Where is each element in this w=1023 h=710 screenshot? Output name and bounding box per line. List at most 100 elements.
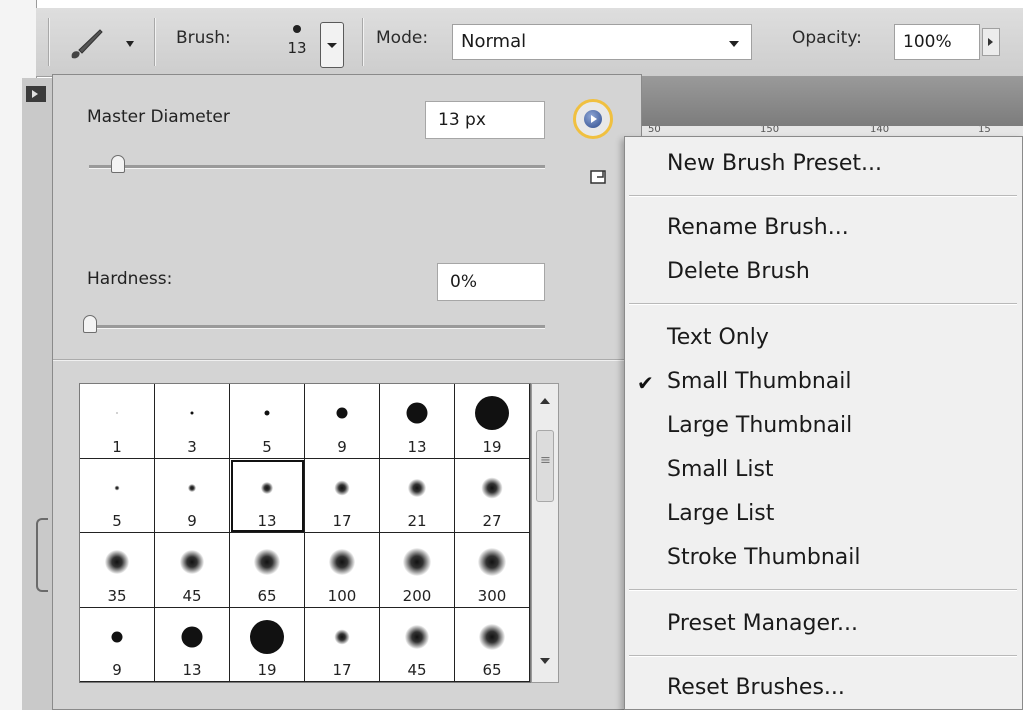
brush-tip-icon	[180, 550, 204, 575]
brush-size-label: 9	[337, 437, 347, 456]
brush-picker-button[interactable]	[320, 22, 344, 68]
brush-preset-cell[interactable]: 19	[230, 607, 305, 682]
brush-tip-icon	[261, 481, 273, 494]
dock-bracket	[36, 518, 48, 592]
menu-item-small-list[interactable]: Small List	[667, 457, 774, 482]
brush-preset-cell[interactable]: 35	[80, 533, 155, 608]
new-preset-icon[interactable]	[589, 167, 609, 185]
brush-preset-cell[interactable]: 200	[380, 533, 455, 608]
brush-preset-cell[interactable]: 9	[305, 384, 380, 459]
brush-tip-icon	[479, 623, 505, 650]
scroll-up-icon[interactable]	[540, 398, 550, 404]
brush-size-label: 45	[182, 586, 202, 605]
hardness-slider[interactable]	[87, 325, 545, 329]
master-diameter-slider[interactable]	[89, 165, 545, 169]
brush-preset-cell[interactable]: 3	[155, 384, 230, 459]
brush-size-label: 9	[187, 512, 197, 530]
menu-item-stroke-thumbnail[interactable]: Stroke Thumbnail	[667, 545, 860, 570]
brush-preview[interactable]: 13	[282, 22, 312, 68]
brush-tool-icon[interactable]	[66, 26, 106, 62]
brush-tip-icon	[114, 485, 120, 491]
ruler-tick: 15	[978, 126, 991, 135]
brush-size-label: 65	[482, 661, 502, 679]
brush-tip-icon	[264, 410, 270, 416]
brush-label: Brush:	[176, 28, 231, 48]
menu-separator	[629, 589, 1017, 590]
brush-size-label: 100	[327, 586, 357, 605]
brush-size-label: 65	[257, 586, 277, 605]
brush-preset-cell[interactable]: 45	[155, 533, 230, 608]
brush-size-label: 3	[187, 437, 197, 456]
brush-preset-cell[interactable]: 1	[80, 384, 155, 459]
menu-item-large-thumbnail[interactable]: Large Thumbnail	[667, 413, 852, 438]
brush-preset-cell[interactable]: 9	[80, 607, 155, 682]
brush-preset-cell[interactable]: 45	[380, 607, 455, 682]
menu-item-new-brush-preset[interactable]: New Brush Preset...	[667, 151, 882, 176]
brush-size-label: 5	[262, 437, 272, 456]
tool-options-bar: Brush: 13 Mode: Normal Opacity: 100%	[36, 8, 1023, 77]
scrollbar-thumb[interactable]	[536, 430, 554, 502]
brush-tip-icon	[334, 480, 350, 496]
brush-preset-cell[interactable]: 19	[455, 384, 530, 459]
brush-size-label: 13	[257, 512, 277, 530]
brush-size-label: 27	[482, 512, 502, 530]
brush-preset-cell[interactable]: 100	[305, 533, 380, 608]
expand-panel-icon[interactable]	[26, 86, 46, 102]
brush-preset-cell[interactable]: 17	[305, 458, 380, 533]
brush-preset-grid: 1 3 5 9 13 19 5 9 13 17 21 27 35 45 65 100 200 300 9 13 19 17…	[79, 383, 531, 683]
brush-tip-icon	[181, 626, 203, 648]
brush-tip-icon	[481, 477, 503, 499]
scroll-down-icon[interactable]	[540, 658, 550, 664]
brush-preset-cell[interactable]: 65	[455, 607, 530, 682]
brush-tip-icon	[336, 407, 348, 419]
mode-select[interactable]: Normal	[452, 24, 752, 60]
menu-item-large-list[interactable]: Large List	[667, 501, 774, 526]
brush-size-label: 21	[407, 512, 427, 530]
brush-size-label: 200	[402, 586, 432, 605]
brush-tip-icon	[254, 549, 280, 576]
preset-grid-scrollbar[interactable]	[531, 383, 559, 683]
brush-preset-cell[interactable]: 17	[305, 607, 380, 682]
brush-preset-cell[interactable]: 9	[155, 458, 230, 533]
brush-tip-icon	[403, 548, 431, 577]
menu-item-preset-manager[interactable]: Preset Manager...	[667, 611, 858, 636]
ruler-tick: 150	[760, 126, 780, 135]
opacity-input[interactable]: 100%	[894, 24, 980, 60]
menu-item-rename-brush[interactable]: Rename Brush...	[667, 215, 849, 240]
brush-tip-icon	[188, 483, 196, 492]
hardness-input[interactable]: 0%	[437, 263, 545, 301]
brush-preset-cell[interactable]: 21	[380, 458, 455, 533]
brush-preset-cell[interactable]: 13	[155, 607, 230, 682]
brush-size-readout: 13	[287, 39, 307, 57]
menu-item-small-thumbnail[interactable]: Small Thumbnail	[667, 369, 851, 394]
brush-tip-icon	[408, 478, 426, 497]
brush-tip-icon	[116, 412, 118, 414]
brush-preset-cell[interactable]: 13	[230, 458, 305, 533]
toolbar-separator	[362, 18, 363, 66]
brush-size-label: 17	[332, 661, 352, 679]
brush-preset-cell[interactable]: 5	[230, 384, 305, 459]
brush-preset-cell[interactable]: 65	[230, 533, 305, 608]
menu-item-reset-brushes[interactable]: Reset Brushes...	[667, 675, 845, 700]
flyout-arrow-icon	[584, 110, 602, 128]
brush-tip-icon	[329, 549, 355, 576]
brush-tip-icon	[105, 550, 129, 575]
brush-tip-icon	[190, 411, 194, 415]
brush-size-label: 13	[182, 661, 202, 679]
panel-menu-button[interactable]	[573, 99, 613, 139]
menu-item-text-only[interactable]: Text Only	[667, 325, 769, 350]
brush-size-label: 19	[482, 437, 502, 456]
opacity-slider-button[interactable]	[982, 28, 1000, 56]
master-diameter-slider-thumb[interactable]	[111, 155, 125, 173]
brush-preset-cell[interactable]: 13	[380, 384, 455, 459]
menu-item-delete-brush[interactable]: Delete Brush	[667, 259, 810, 284]
ruler-tick: 140	[870, 126, 890, 135]
brush-preset-cell[interactable]: 27	[455, 458, 530, 533]
opacity-label: Opacity:	[792, 28, 862, 48]
master-diameter-input[interactable]: 13 px	[425, 101, 545, 139]
brush-preset-cell[interactable]: 5	[80, 458, 155, 533]
brush-preset-cell[interactable]: 300	[455, 533, 530, 608]
tool-preset-dropdown-icon[interactable]	[126, 41, 134, 47]
hardness-slider-thumb[interactable]	[83, 315, 97, 333]
brush-preset-picker: Master Diameter 13 px Hardness: 0% 13591…	[52, 74, 642, 710]
